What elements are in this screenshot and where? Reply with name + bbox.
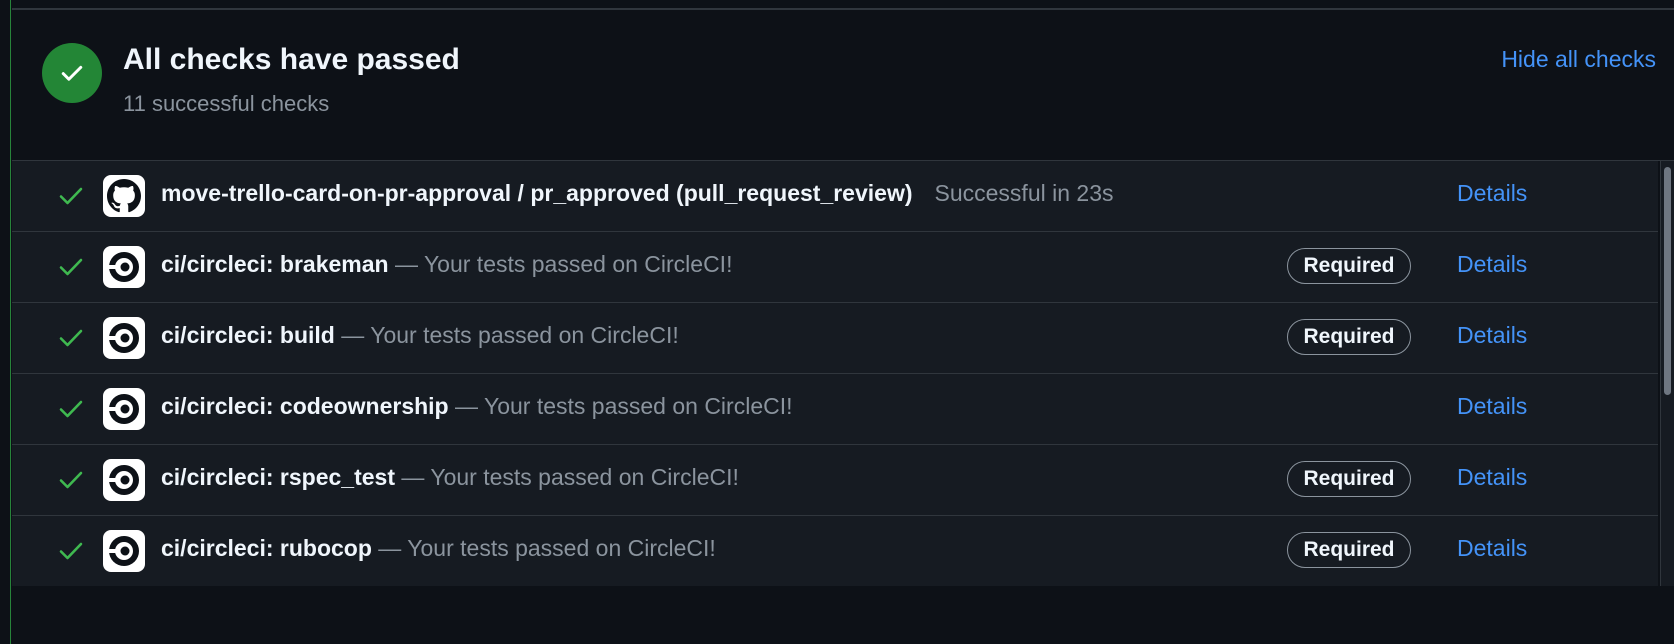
circleci-icon: [103, 459, 145, 501]
required-badge: Required: [1287, 532, 1411, 568]
circleci-icon: [103, 388, 145, 430]
details-link[interactable]: Details: [1457, 180, 1527, 207]
check-row: ci/circleci: rubocop — Your tests passed…: [12, 516, 1658, 586]
hide-all-checks-link[interactable]: Hide all checks: [1501, 46, 1656, 73]
check-row-text: ci/circleci: rspec_test — Your tests pas…: [161, 464, 739, 491]
details-link[interactable]: Details: [1457, 535, 1527, 562]
circleci-icon: [103, 317, 145, 359]
check-row-text: move-trello-card-on-pr-approval / pr_app…: [161, 180, 1113, 207]
check-name: ci/circleci: brakeman: [161, 251, 389, 277]
check-description: — Your tests passed on CircleCI!: [394, 464, 739, 490]
check-name: ci/circleci: build: [161, 322, 335, 348]
summary-subtitle: 11 successful checks: [123, 91, 330, 116]
check-row-text: ci/circleci: codeownership — Your tests …: [161, 393, 793, 420]
check-icon: [59, 400, 83, 418]
check-icon: [59, 187, 83, 205]
check-icon: [59, 329, 83, 347]
check-name: ci/circleci: rspec_test: [161, 464, 395, 490]
check-row-text: ci/circleci: rubocop — Your tests passed…: [161, 535, 716, 562]
check-description: — Your tests passed on CircleCI!: [334, 322, 679, 348]
details-link[interactable]: Details: [1457, 251, 1527, 278]
required-badge: Required: [1287, 248, 1411, 284]
check-name: move-trello-card-on-pr-approval / pr_app…: [161, 180, 913, 206]
panel-footer: [12, 586, 1674, 616]
summary-title: All checks have passed: [123, 43, 460, 76]
check-row: ci/circleci: codeownership — Your tests …: [12, 374, 1658, 445]
circleci-icon: [103, 246, 145, 288]
check-description: — Your tests passed on CircleCI!: [371, 535, 716, 561]
circleci-icon: [103, 530, 145, 572]
check-icon: [59, 258, 83, 276]
check-icon: [59, 542, 83, 560]
checks-scrollbar[interactable]: [1660, 161, 1674, 586]
success-check-icon: [42, 43, 102, 103]
check-icon: [59, 471, 83, 489]
required-badge: Required: [1287, 461, 1411, 497]
check-description: — Your tests passed on CircleCI!: [448, 393, 793, 419]
check-row-text: ci/circleci: build — Your tests passed o…: [161, 322, 679, 349]
check-row: ci/circleci: build — Your tests passed o…: [12, 303, 1658, 374]
details-link[interactable]: Details: [1457, 322, 1527, 349]
timeline-rail: [10, 0, 11, 644]
required-badge: Required: [1287, 319, 1411, 355]
check-name: ci/circleci: rubocop: [161, 535, 372, 561]
check-row-text: ci/circleci: brakeman — Your tests passe…: [161, 251, 732, 278]
checks-summary: All checks have passed 11 successful che…: [12, 10, 1674, 161]
scrollbar-thumb[interactable]: [1664, 167, 1671, 395]
check-name: ci/circleci: codeownership: [161, 393, 449, 419]
details-link[interactable]: Details: [1457, 464, 1527, 491]
check-description: — Your tests passed on CircleCI!: [388, 251, 733, 277]
checks-list: move-trello-card-on-pr-approval / pr_app…: [12, 161, 1658, 586]
check-row: ci/circleci: brakeman — Your tests passe…: [12, 232, 1658, 303]
check-row: ci/circleci: rspec_test — Your tests pas…: [12, 445, 1658, 516]
check-status: Successful in 23s: [934, 180, 1114, 206]
check-row: move-trello-card-on-pr-approval / pr_app…: [12, 161, 1658, 232]
details-link[interactable]: Details: [1457, 393, 1527, 420]
github-icon: [103, 175, 145, 217]
checks-panel: All checks have passed 11 successful che…: [12, 10, 1674, 616]
